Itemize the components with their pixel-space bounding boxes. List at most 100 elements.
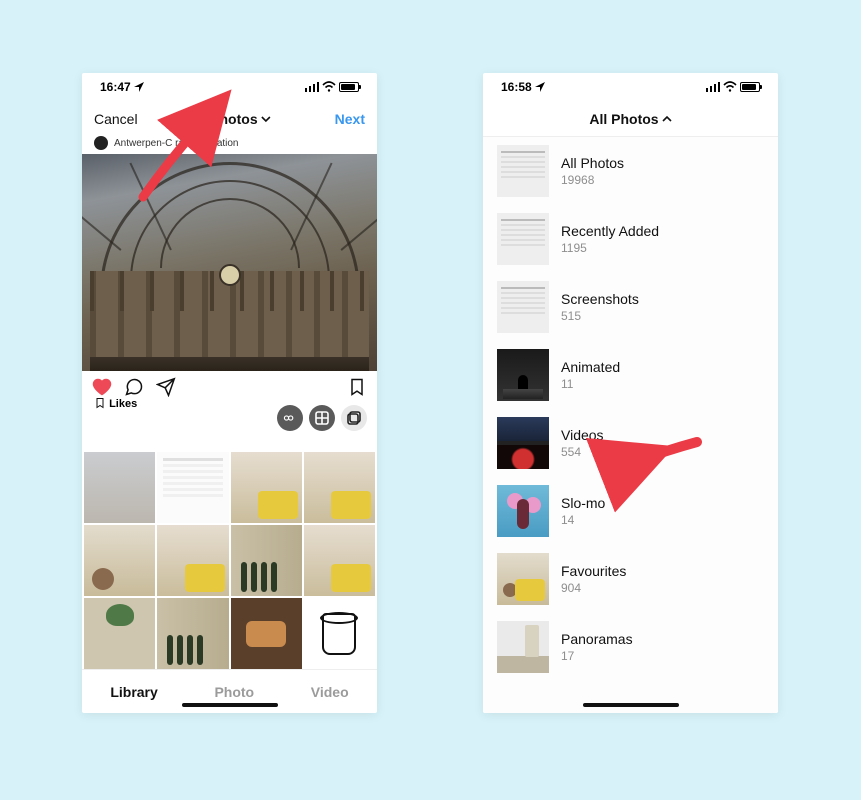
album-thumb xyxy=(497,485,549,537)
album-title: Slo-mo xyxy=(561,495,605,511)
album-text: Recently Added 1195 xyxy=(561,223,659,255)
status-bar: 16:58 xyxy=(483,73,778,101)
album-thumb xyxy=(497,349,549,401)
location-arrow-icon xyxy=(535,82,545,92)
album-count: 554 xyxy=(561,445,604,459)
nav-bar: Cancel All Photos Next xyxy=(82,101,377,137)
status-time: 16:58 xyxy=(501,80,545,94)
avatar-icon xyxy=(94,136,108,150)
phone-left: 16:47 Cancel All Photos Next Antwerpen-C… xyxy=(82,73,377,713)
photo-thumb[interactable] xyxy=(231,525,302,596)
album-selector-title: All Photos xyxy=(188,111,257,127)
album-list[interactable]: All Photos 19968 Recently Added 1195 Screens… xyxy=(483,137,778,713)
photo-thumb[interactable] xyxy=(157,452,228,523)
bookmark-icon[interactable] xyxy=(347,377,367,397)
layout-button[interactable] xyxy=(309,405,335,431)
status-indicators xyxy=(305,81,359,93)
photo-thumb[interactable] xyxy=(304,452,375,523)
home-indicator xyxy=(182,703,278,707)
share-icon[interactable] xyxy=(156,377,176,397)
battery-icon xyxy=(740,82,760,92)
signal-icon xyxy=(706,82,720,92)
battery-icon xyxy=(339,82,359,92)
multiselect-button[interactable] xyxy=(341,405,367,431)
comment-icon[interactable] xyxy=(124,377,144,397)
phone-right: 16:58 All Photos All Photos 19968 Recently… xyxy=(483,73,778,713)
album-text: Favourites 904 xyxy=(561,563,626,595)
photo-thumb[interactable] xyxy=(157,525,228,596)
album-text: Animated 11 xyxy=(561,359,620,391)
like-icon[interactable] xyxy=(92,377,112,397)
album-title: Recently Added xyxy=(561,223,659,239)
album-row-videos[interactable]: Videos 554 xyxy=(483,409,778,477)
album-thumb xyxy=(497,553,549,605)
photo-thumb[interactable] xyxy=(231,598,302,669)
album-title: Screenshots xyxy=(561,291,639,307)
album-count: 19968 xyxy=(561,173,624,187)
album-count: 904 xyxy=(561,581,626,595)
post-location-row: Antwerpen-C railway station xyxy=(82,136,377,154)
status-time: 16:47 xyxy=(100,80,144,94)
wifi-icon xyxy=(322,81,336,93)
album-thumb xyxy=(497,145,549,197)
tab-library[interactable]: Library xyxy=(110,684,157,700)
signal-icon xyxy=(305,82,319,92)
nav-bar: All Photos xyxy=(483,101,778,137)
album-thumb xyxy=(497,213,549,265)
status-indicators xyxy=(706,81,760,93)
album-count: 1195 xyxy=(561,241,659,255)
tab-photo[interactable]: Photo xyxy=(214,684,254,700)
album-row-panoramas[interactable]: Panoramas 17 xyxy=(483,613,778,681)
next-button[interactable]: Next xyxy=(335,111,365,127)
chevron-down-icon xyxy=(261,114,271,124)
chevron-up-icon xyxy=(662,114,672,124)
album-row-animated[interactable]: Animated 11 xyxy=(483,341,778,409)
album-title: Videos xyxy=(561,427,604,443)
like-small-icon xyxy=(94,397,106,409)
cancel-button[interactable]: Cancel xyxy=(94,111,138,127)
album-selector-title: All Photos xyxy=(589,111,658,127)
album-thumb xyxy=(497,281,549,333)
photo-thumb[interactable] xyxy=(304,598,375,669)
home-indicator xyxy=(583,703,679,707)
clock-text: 16:47 xyxy=(100,80,131,94)
album-thumb xyxy=(497,621,549,673)
album-selector[interactable]: All Photos xyxy=(589,111,671,127)
album-selector[interactable]: All Photos xyxy=(188,111,270,127)
boomerang-button[interactable] xyxy=(277,405,303,431)
album-title: All Photos xyxy=(561,155,624,171)
post-location-text: Antwerpen-C railway station xyxy=(114,138,239,149)
album-thumb xyxy=(497,417,549,469)
photo-thumb[interactable] xyxy=(84,452,155,523)
photo-grid xyxy=(82,452,377,670)
selected-photo-preview[interactable] xyxy=(82,154,377,370)
album-text: Panoramas 17 xyxy=(561,631,633,663)
album-row-favourites[interactable]: Favourites 904 xyxy=(483,545,778,613)
album-count: 11 xyxy=(561,377,620,391)
album-count: 515 xyxy=(561,309,639,323)
album-count: 17 xyxy=(561,649,633,663)
location-arrow-icon xyxy=(134,82,144,92)
photo-thumb[interactable] xyxy=(84,598,155,669)
mode-icon-row xyxy=(277,405,367,431)
album-count: 14 xyxy=(561,513,605,527)
album-title: Favourites xyxy=(561,563,626,579)
status-bar: 16:47 xyxy=(82,73,377,101)
clock-text: 16:58 xyxy=(501,80,532,94)
album-row-all-photos[interactable]: All Photos 19968 xyxy=(483,137,778,205)
photo-thumb[interactable] xyxy=(157,598,228,669)
post-action-row xyxy=(82,371,377,397)
photo-thumb[interactable] xyxy=(84,525,155,596)
album-row-screenshots[interactable]: Screenshots 515 xyxy=(483,273,778,341)
album-row-slo-mo[interactable]: Slo-mo 14 xyxy=(483,477,778,545)
photo-thumb[interactable] xyxy=(231,452,302,523)
tab-video[interactable]: Video xyxy=(311,684,349,700)
photo-thumb[interactable] xyxy=(304,525,375,596)
album-title: Animated xyxy=(561,359,620,375)
album-row-recently-added[interactable]: Recently Added 1195 xyxy=(483,205,778,273)
album-text: All Photos 19968 xyxy=(561,155,624,187)
album-title: Panoramas xyxy=(561,631,633,647)
album-text: Videos 554 xyxy=(561,427,604,459)
wifi-icon xyxy=(723,81,737,93)
album-text: Screenshots 515 xyxy=(561,291,639,323)
